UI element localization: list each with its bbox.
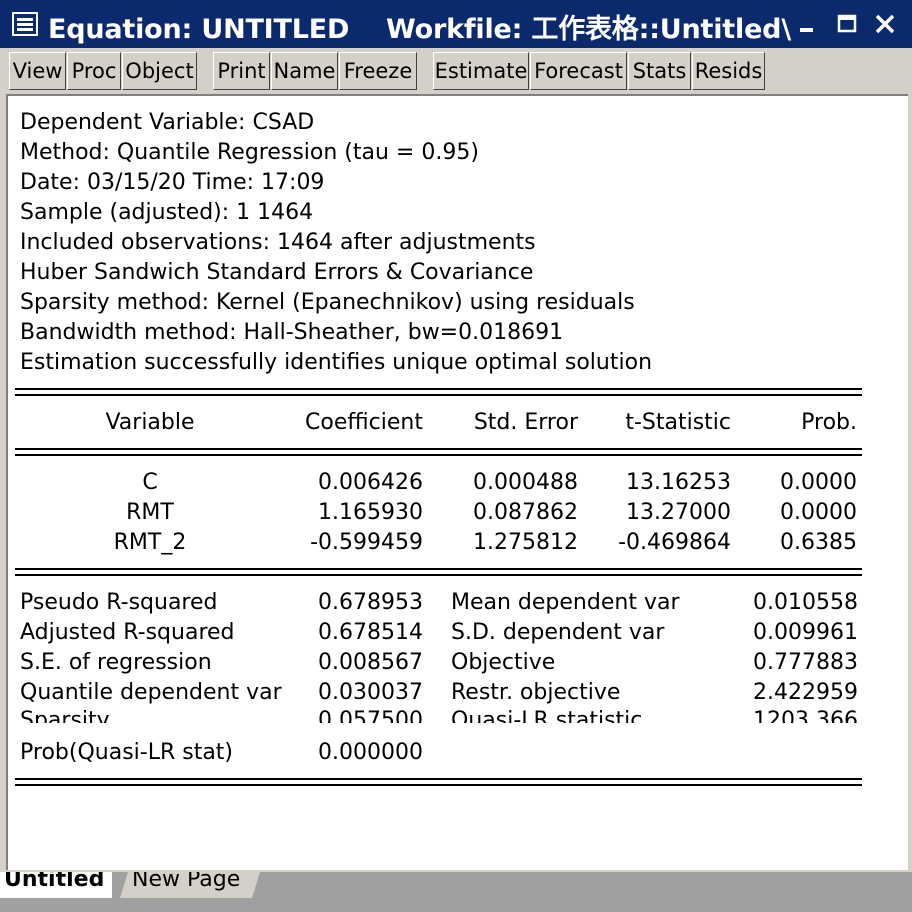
view-button[interactable]: View bbox=[9, 52, 66, 90]
table-row-prob: 0.0000 bbox=[780, 500, 857, 525]
table-rule bbox=[15, 784, 862, 786]
close-button[interactable] bbox=[868, 6, 902, 42]
observations-line: Included observations: 1464 after adjust… bbox=[20, 230, 536, 255]
equation-window-icon bbox=[12, 12, 38, 36]
window-title: Equation: UNTITLED Workfile: 工作表格::Untit… bbox=[48, 14, 791, 45]
stat-value: 1203.366 bbox=[753, 709, 858, 723]
stats-button[interactable]: Stats bbox=[628, 52, 691, 90]
sample-line: Sample (adjusted): 1 1464 bbox=[20, 200, 314, 225]
table-row-prob: 0.6385 bbox=[780, 530, 857, 555]
stat-value: 0.008567 bbox=[318, 650, 423, 675]
stat-value: 0.678514 bbox=[318, 620, 423, 645]
toolbar: View Proc Object Print Name Freeze Estim… bbox=[0, 48, 912, 94]
minimize-button[interactable] bbox=[790, 6, 824, 42]
stat-label: S.D. dependent var bbox=[451, 620, 665, 645]
stat-label: Adjusted R-squared bbox=[20, 620, 235, 645]
stat-label: Quasi-LR statistic bbox=[451, 709, 643, 723]
print-button[interactable]: Print bbox=[213, 52, 270, 90]
header-t-statistic: t-Statistic bbox=[625, 410, 731, 435]
stat-value: 0.010558 bbox=[753, 590, 858, 615]
stat-label: Objective bbox=[451, 650, 556, 675]
header-prob: Prob. bbox=[801, 410, 857, 435]
table-row-std-error: 0.087862 bbox=[473, 500, 578, 525]
table-rule bbox=[15, 448, 862, 450]
tab-untitled[interactable]: Untitled bbox=[0, 872, 112, 898]
stat-value: 0.678953 bbox=[318, 590, 423, 615]
header-variable: Variable bbox=[105, 410, 195, 435]
table-row-coefficient: 0.006426 bbox=[318, 470, 423, 495]
table-row-std-error: 0.000488 bbox=[473, 470, 578, 495]
stat-value: 0.057500 bbox=[318, 709, 423, 723]
clipped-stats-row: Sparsity 0.057500 Quasi-LR statistic 120… bbox=[8, 709, 906, 723]
proc-button[interactable]: Proc bbox=[67, 52, 121, 90]
stat-value: 2.422959 bbox=[753, 680, 858, 705]
stat-value: 0.030037 bbox=[318, 680, 423, 705]
workfile-tab-bar: Untitled New Page bbox=[0, 872, 912, 912]
table-row-coefficient: -0.599459 bbox=[310, 530, 423, 555]
table-row-prob: 0.0000 bbox=[780, 470, 857, 495]
stat-label: Pseudo R-squared bbox=[20, 590, 218, 615]
object-button[interactable]: Object bbox=[122, 52, 197, 90]
table-row-variable: C bbox=[142, 470, 158, 495]
table-rule bbox=[15, 778, 862, 780]
stat-label: Prob(Quasi-LR stat) bbox=[20, 740, 234, 765]
maximize-icon bbox=[837, 14, 857, 33]
table-row-variable: RMT bbox=[126, 500, 174, 525]
stat-value: 0.000000 bbox=[318, 740, 423, 765]
stat-value: 0.009961 bbox=[753, 620, 858, 645]
header-coefficient: Coefficient bbox=[305, 410, 423, 435]
standard-errors-line: Huber Sandwich Standard Errors & Covaria… bbox=[20, 260, 534, 285]
stat-label: S.E. of regression bbox=[20, 650, 212, 675]
equation-window: Equation: UNTITLED Workfile: 工作表格::Untit… bbox=[0, 0, 912, 872]
table-row-coefficient: 1.165930 bbox=[318, 500, 423, 525]
stat-value: 0.777883 bbox=[753, 650, 858, 675]
name-button[interactable]: Name bbox=[271, 52, 338, 90]
equation-output[interactable]: Dependent Variable: CSAD Method: Quantil… bbox=[6, 94, 908, 870]
table-rule bbox=[15, 388, 862, 390]
close-icon bbox=[875, 14, 895, 34]
tab-new-page[interactable]: New Page bbox=[120, 872, 260, 898]
table-rule bbox=[15, 568, 862, 570]
header-std-error: Std. Error bbox=[473, 410, 578, 435]
bandwidth-method-line: Bandwidth method: Hall-Sheather, bw=0.01… bbox=[20, 320, 564, 345]
stat-label: Mean dependent var bbox=[451, 590, 680, 615]
stat-label: Sparsity bbox=[20, 709, 110, 723]
freeze-button[interactable]: Freeze bbox=[339, 52, 417, 90]
table-row-std-error: 1.275812 bbox=[473, 530, 578, 555]
estimate-button[interactable]: Estimate bbox=[433, 52, 529, 90]
table-row-variable: RMT_2 bbox=[113, 530, 187, 555]
table-row-t-statistic: -0.469864 bbox=[618, 530, 731, 555]
dependent-variable-line: Dependent Variable: CSAD bbox=[20, 110, 315, 135]
stat-label: Restr. objective bbox=[451, 680, 621, 705]
date-line: Date: 03/15/20 Time: 17:09 bbox=[20, 170, 325, 195]
estimation-status-line: Estimation successfully identifies uniqu… bbox=[20, 350, 653, 375]
title-bar[interactable]: Equation: UNTITLED Workfile: 工作表格::Untit… bbox=[0, 0, 912, 48]
maximize-button[interactable] bbox=[830, 6, 864, 42]
minimize-icon bbox=[800, 28, 813, 32]
stat-label: Quantile dependent var bbox=[20, 680, 282, 705]
sparsity-method-line: Sparsity method: Kernel (Epanechnikov) u… bbox=[20, 290, 635, 315]
table-rule bbox=[15, 574, 862, 576]
resids-button[interactable]: Resids bbox=[692, 52, 765, 90]
table-rule bbox=[15, 394, 862, 396]
table-row-t-statistic: 13.16253 bbox=[626, 470, 731, 495]
table-rule bbox=[15, 454, 862, 456]
table-row-t-statistic: 13.27000 bbox=[626, 500, 731, 525]
forecast-button[interactable]: Forecast bbox=[530, 52, 627, 90]
method-line: Method: Quantile Regression (tau = 0.95) bbox=[20, 140, 479, 165]
